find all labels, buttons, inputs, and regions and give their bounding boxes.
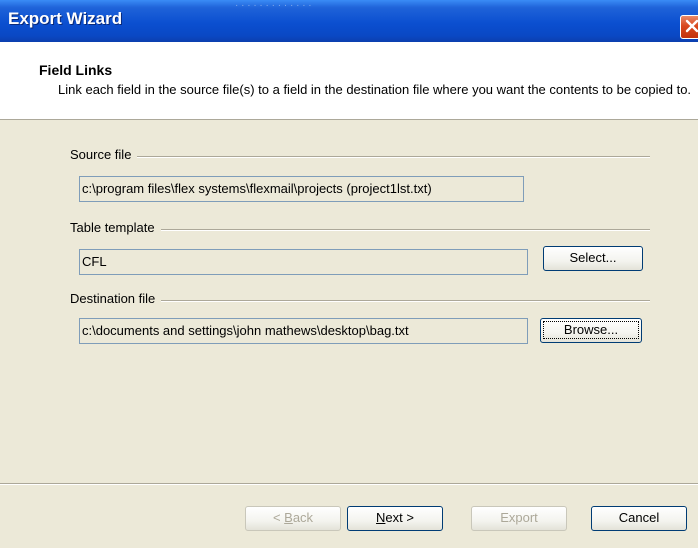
back-button-rest: ack xyxy=(292,510,314,525)
wizard-header: Field Links Link each field in the sourc… xyxy=(0,42,698,120)
browse-button[interactable]: Browse... xyxy=(540,318,642,343)
next-button-accel: N xyxy=(376,510,386,525)
title-bar-faint-text: · · · · · · · · · · · · · xyxy=(235,0,312,11)
source-group-divider xyxy=(70,156,650,158)
title-bar[interactable]: · · · · · · · · · · · · · Export Wizard xyxy=(0,0,698,42)
export-button[interactable]: Export xyxy=(471,506,567,531)
next-button-rest: ext > xyxy=(385,510,414,525)
source-file-label: Source file xyxy=(70,147,138,162)
page-description: Link each field in the source file(s) to… xyxy=(58,82,692,97)
destination-file-field[interactable]: c:\documents and settings\john mathews\d… xyxy=(79,318,528,344)
page-title: Field Links xyxy=(39,62,113,78)
close-icon xyxy=(685,19,698,36)
table-template-field: CFL xyxy=(79,249,528,275)
back-button-accel: B xyxy=(284,510,293,525)
browse-button-label: Browse... xyxy=(543,321,639,339)
table-template-label: Table template xyxy=(70,220,161,235)
back-button-prefix: < xyxy=(272,510,285,525)
source-file-field: c:\program files\flex systems\flexmail\p… xyxy=(79,176,524,202)
window-title: Export Wizard xyxy=(8,9,123,28)
footer-divider xyxy=(0,483,698,485)
destination-file-label: Destination file xyxy=(70,291,162,306)
cancel-button[interactable]: Cancel xyxy=(591,506,687,531)
select-button[interactable]: Select... xyxy=(543,246,643,271)
close-button[interactable] xyxy=(680,15,698,39)
back-button[interactable]: < Back xyxy=(245,506,341,531)
next-button[interactable]: Next > xyxy=(347,506,443,531)
